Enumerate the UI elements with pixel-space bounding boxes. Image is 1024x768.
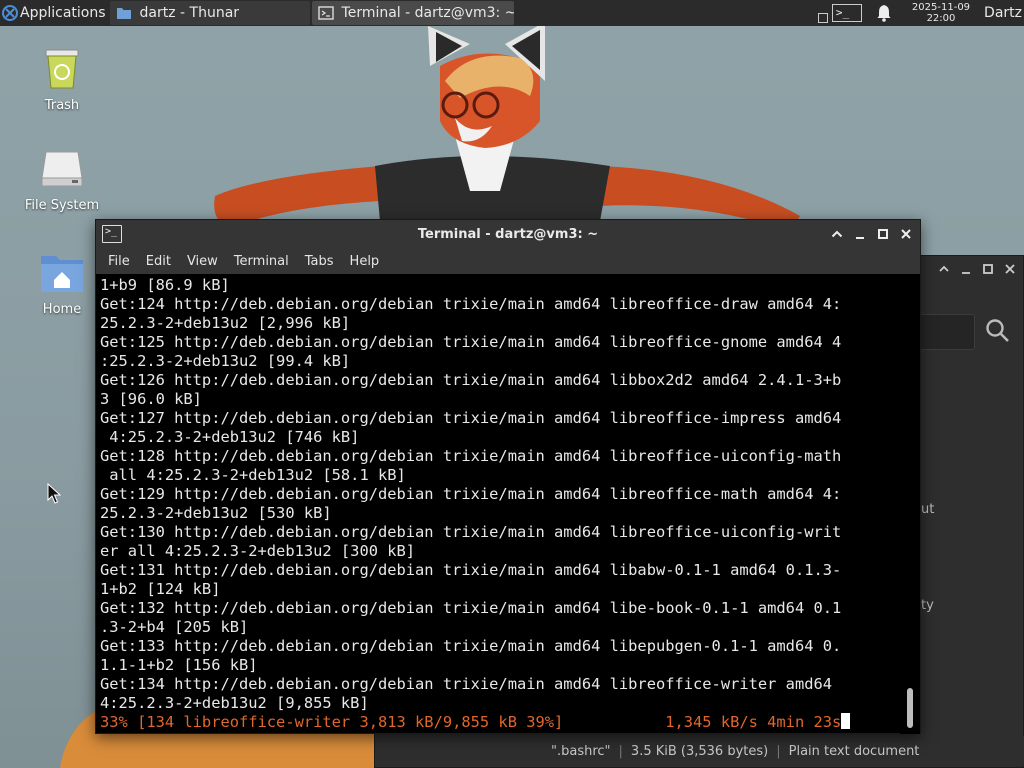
notification-bell-icon[interactable] xyxy=(876,4,892,22)
close-icon[interactable] xyxy=(1003,262,1017,276)
terminal-line: Get:125 http://deb.debian.org/debian tri… xyxy=(100,333,842,351)
maximize-icon[interactable] xyxy=(981,262,995,276)
minimize-icon xyxy=(855,237,864,239)
maximize-button[interactable] xyxy=(874,224,891,244)
tray-terminal-icon[interactable]: >_ xyxy=(831,4,862,22)
background-search-field[interactable] xyxy=(915,314,975,350)
clock-time: 22:00 xyxy=(926,13,956,24)
terminal-icon xyxy=(317,6,334,20)
terminal-line: all 4:25.2.3-2+deb13u2 [58.1 kB] xyxy=(100,466,406,484)
menu-edit[interactable]: Edit xyxy=(138,254,179,269)
chevron-up-icon xyxy=(831,230,842,238)
terminal-window-controls xyxy=(828,224,914,244)
terminal-line: Get:126 http://deb.debian.org/debian tri… xyxy=(100,371,842,389)
trash-icon xyxy=(45,49,79,89)
terminal-line: Get:133 http://deb.debian.org/debian tri… xyxy=(100,637,842,655)
top-panel: Applications dartz - Thunar Terminal - d… xyxy=(0,0,1024,26)
menu-file[interactable]: File xyxy=(100,254,138,269)
status-separator: | xyxy=(776,743,781,759)
terminal-window[interactable]: >_ Terminal - dartz@vm3: ~ File Edit Vie… xyxy=(95,219,921,734)
terminal-line: 1+b2 [124 kB] xyxy=(100,580,221,598)
terminal-line: Get:130 http://deb.debian.org/debian tri… xyxy=(100,523,842,541)
menu-help[interactable]: Help xyxy=(342,254,388,269)
folder-icon xyxy=(116,8,131,19)
taskbar-item-thunar[interactable]: dartz - Thunar xyxy=(109,1,310,25)
terminal-line: 25.2.3-2+deb13u2 [530 kB] xyxy=(100,504,332,522)
xfce-logo-icon xyxy=(2,5,18,21)
drive-icon xyxy=(41,151,83,187)
status-size: 3.5 KiB (3,536 bytes) xyxy=(630,743,769,759)
taskbar-item-label: dartz - Thunar xyxy=(139,5,240,21)
minimize-button[interactable] xyxy=(851,224,868,244)
taskbar-item-label: Terminal - dartz@vm3: ~ xyxy=(341,5,514,21)
panel-clock[interactable]: 2025-11-09 22:00 xyxy=(912,2,970,24)
terminal-window-icon: >_ xyxy=(102,225,122,243)
home-folder-icon xyxy=(41,256,83,292)
status-separator: | xyxy=(618,743,623,759)
terminal-line: Get:129 http://deb.debian.org/debian tri… xyxy=(100,485,842,503)
taskbar-item-terminal[interactable]: Terminal - dartz@vm3: ~ xyxy=(311,1,514,25)
scrollbar-thumb[interactable] xyxy=(907,688,913,728)
terminal-line: Get:132 http://deb.debian.org/debian tri… xyxy=(100,599,842,617)
background-window-controls xyxy=(937,262,1017,276)
terminal-line: Get:127 http://deb.debian.org/debian tri… xyxy=(100,409,842,427)
background-text-fragment: ty xyxy=(921,598,934,613)
search-icon[interactable] xyxy=(985,318,1011,344)
menu-view[interactable]: View xyxy=(179,254,226,269)
user-menu[interactable]: Dartz xyxy=(984,5,1024,21)
terminal-line: 4:25.2.3-2+deb13u2 [9,855 kB] xyxy=(100,694,369,712)
status-bar: ".bashrc" | 3.5 KiB (3,536 bytes) | Plai… xyxy=(551,736,1024,766)
menu-tabs[interactable]: Tabs xyxy=(297,254,342,269)
terminal-output[interactable]: 1+b9 [86.9 kB] Get:124 http://deb.debian.… xyxy=(96,274,902,734)
desktop-icon-label: Trash xyxy=(44,98,80,113)
clock-date: 2025-11-09 xyxy=(911,2,971,13)
workspace-switcher-icon[interactable] xyxy=(817,13,828,23)
menu-terminal[interactable]: Terminal xyxy=(226,254,297,269)
terminal-line: 25.2.3-2+deb13u2 [2,996 kB] xyxy=(100,314,351,332)
terminal-title: Terminal - dartz@vm3: ~ xyxy=(417,227,599,242)
desktop-icon-trash[interactable]: Trash xyxy=(7,44,117,113)
shade-button[interactable] xyxy=(828,224,845,244)
close-icon xyxy=(900,229,911,239)
desktop-icon-file-system[interactable]: File System xyxy=(7,148,117,213)
desktop-icon-label: File System xyxy=(24,198,100,213)
terminal-scrollbar[interactable] xyxy=(900,274,920,734)
terminal-line: Get:131 http://deb.debian.org/debian tri… xyxy=(100,561,842,579)
terminal-line: Get:134 http://deb.debian.org/debian tri… xyxy=(100,675,833,693)
wallpaper-left-arm xyxy=(214,166,380,226)
terminal-cursor xyxy=(841,713,851,729)
terminal-menubar: File Edit View Terminal Tabs Help xyxy=(96,249,920,274)
panel-tray: >_ 2025-11-09 22:00 Dartz xyxy=(817,0,1024,26)
terminal-line: Get:124 http://deb.debian.org/debian tri… xyxy=(100,295,842,313)
background-text-fragment: ut xyxy=(921,502,935,517)
mouse-pointer-icon xyxy=(47,483,61,504)
terminal-line: .3-2+b4 [205 kB] xyxy=(100,618,249,636)
terminal-line: Get:128 http://deb.debian.org/debian tri… xyxy=(100,447,842,465)
terminal-line: 3 [96.0 kB] xyxy=(100,390,202,408)
terminal-line: 4:25.2.3-2+deb13u2 [746 kB] xyxy=(100,428,360,446)
terminal-line: 1+b9 [86.9 kB] xyxy=(100,276,230,294)
collapse-icon[interactable] xyxy=(937,262,951,276)
applications-label: Applications xyxy=(20,5,106,21)
terminal-line: er all 4:25.2.3-2+deb13u2 [300 kB] xyxy=(100,542,416,560)
close-button[interactable] xyxy=(897,224,914,244)
terminal-line: :25.2.3-2+deb13u2 [99.4 kB] xyxy=(100,352,351,370)
applications-menu-button[interactable]: Applications xyxy=(0,0,110,26)
terminal-progress-line: 33% [134 libreoffice-writer 3,813 kB/9,8… xyxy=(100,713,842,731)
terminal-line: 1.1-1+b2 [156 kB] xyxy=(100,656,258,674)
status-type: Plain text document xyxy=(788,743,920,759)
maximize-icon xyxy=(877,229,888,239)
terminal-titlebar[interactable]: >_ Terminal - dartz@vm3: ~ xyxy=(96,220,920,249)
minimize-icon[interactable] xyxy=(959,262,973,276)
status-filename: ".bashrc" xyxy=(551,743,611,759)
